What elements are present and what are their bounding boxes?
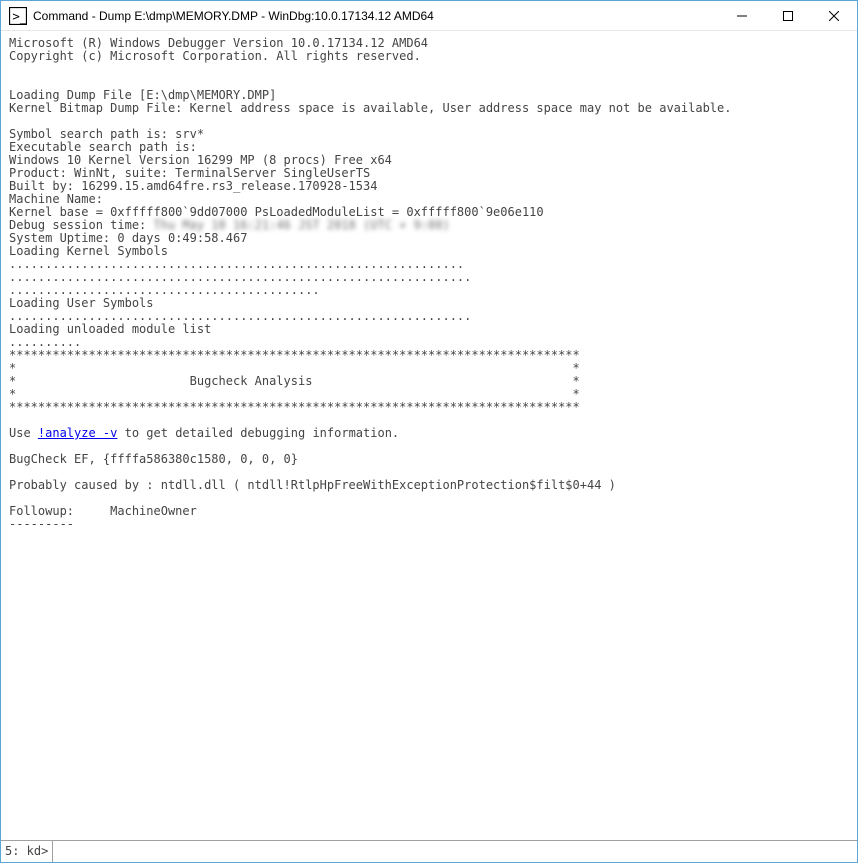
- output-pane[interactable]: Microsoft (R) Windows Debugger Version 1…: [1, 31, 857, 839]
- debugger-output: Microsoft (R) Windows Debugger Version 1…: [1, 31, 857, 535]
- analyze-link[interactable]: !analyze -v: [38, 426, 117, 440]
- command-input[interactable]: [53, 841, 857, 862]
- window-title: Command - Dump E:\dmp\MEMORY.DMP - WinDb…: [33, 9, 719, 23]
- command-bar: 5: kd>: [1, 840, 857, 862]
- app-icon: >_: [9, 7, 27, 25]
- close-button[interactable]: [811, 1, 857, 31]
- maximize-button[interactable]: [765, 1, 811, 31]
- svg-text:>_: >_: [12, 9, 27, 23]
- minimize-button[interactable]: [719, 1, 765, 31]
- titlebar[interactable]: >_ Command - Dump E:\dmp\MEMORY.DMP - Wi…: [1, 1, 857, 31]
- command-prompt: 5: kd>: [1, 841, 53, 862]
- window-controls: [719, 1, 857, 30]
